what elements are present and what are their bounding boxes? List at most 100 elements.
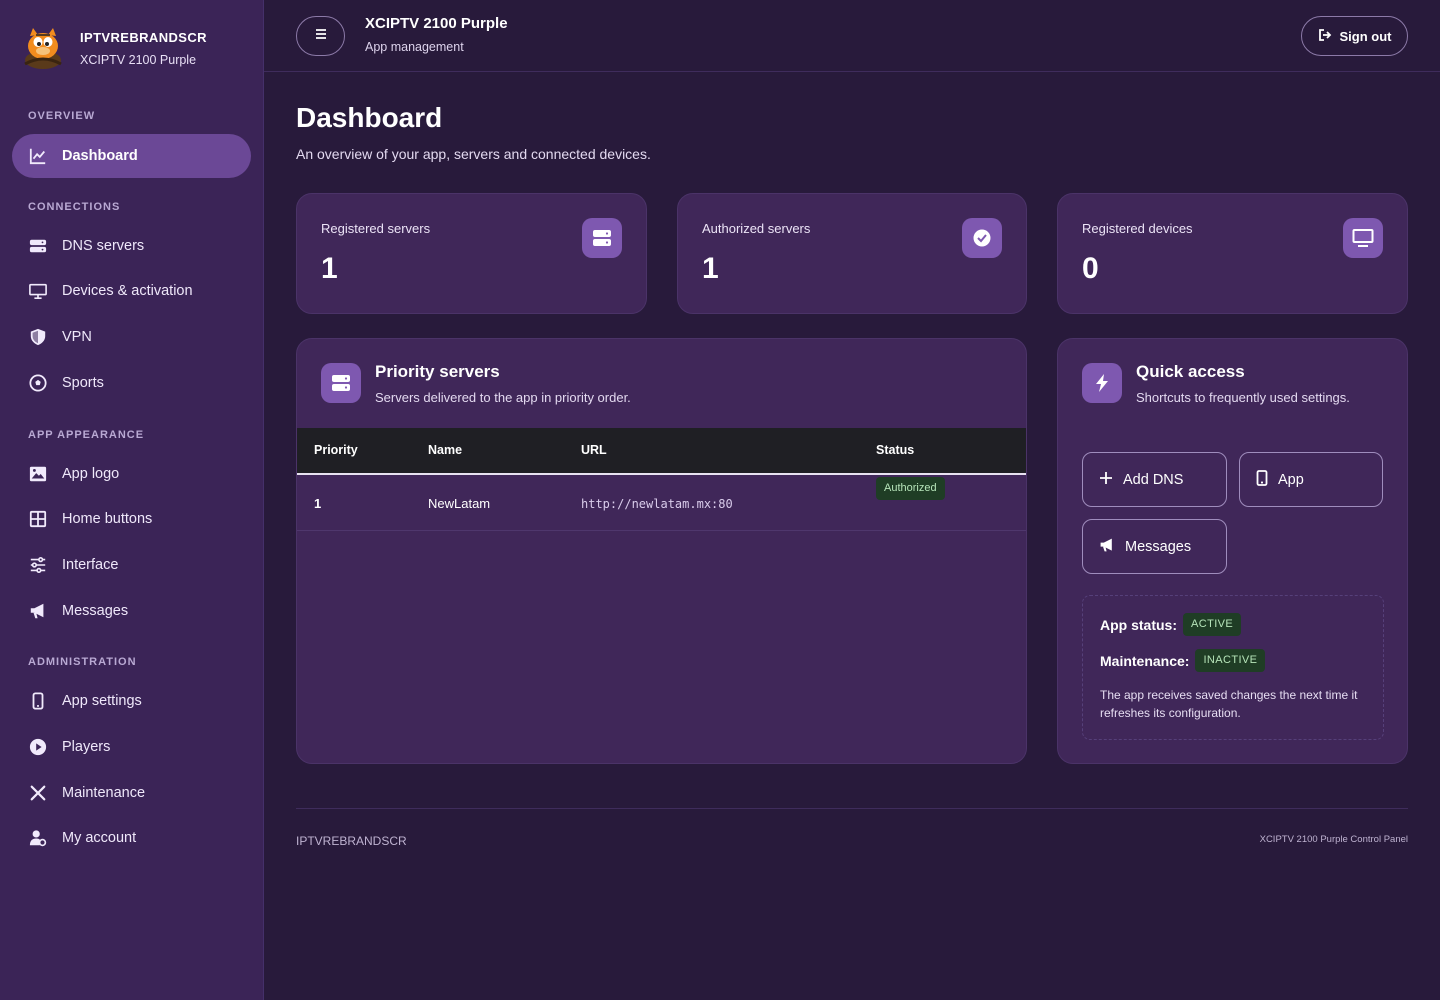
sign-out-icon (1318, 28, 1340, 45)
hamburger-icon (314, 27, 328, 45)
app-status-box: App status: ACTIVE Maintenance: INACTIVE… (1082, 595, 1384, 740)
sidebar-item-label: VPN (62, 329, 92, 345)
page-title: Dashboard (296, 102, 443, 133)
sidebar-item-label: Sports (62, 375, 104, 391)
footer-brand: IPTVREBRANDSCR (296, 834, 407, 848)
add-dns-button[interactable]: Add DNS (1082, 452, 1227, 507)
section-label-administration: ADMINISTRATION (28, 656, 137, 668)
column-header-priority[interactable]: Priority (314, 428, 358, 473)
sidebar-item-label: My account (62, 830, 137, 846)
maintenance-line: Maintenance: INACTIVE (1100, 649, 1266, 672)
stat-label: Registered servers (321, 221, 431, 236)
stat-value: 1 (702, 252, 719, 285)
stat-card-registered-devices: Registered devices 0 (1057, 193, 1408, 314)
messages-button[interactable]: Messages (1082, 519, 1227, 574)
column-header-url[interactable]: URL (581, 428, 607, 473)
sidebar-item-label: App settings (62, 693, 142, 709)
sidebar-item-label: DNS servers (62, 238, 145, 254)
sidebar-item-label: Maintenance (62, 785, 146, 801)
maintenance-badge: INACTIVE (1195, 649, 1266, 672)
monitor-icon (28, 281, 48, 301)
sidebar-item-my-account[interactable]: My account (12, 816, 251, 860)
bolt-icon (1082, 363, 1122, 403)
cell-url: http://newlatam.mx:80 (581, 497, 733, 511)
priority-servers-panel: Priority servers Servers delivered to th… (296, 338, 1027, 764)
maintenance-label: Maintenance: (1100, 652, 1190, 669)
server-icon (321, 363, 361, 403)
section-label-app-appearance: APP APPEARANCE (28, 429, 145, 441)
table-row[interactable]: 1 NewLatam http://newlatam.mx:80 Authori… (297, 477, 1026, 531)
brand[interactable]: IPTVREBRANDSCR XCIPTV 2100 Purple (18, 24, 207, 70)
mobile-icon (28, 691, 48, 711)
sidebar-item-label: Home buttons (62, 511, 153, 527)
server-icon (28, 236, 48, 256)
stat-value: 1 (321, 252, 338, 285)
footer-caption: XCIPTV 2100 Purple Control Panel (1259, 834, 1408, 845)
user-gear-icon (28, 828, 48, 848)
stat-card-registered-servers: Registered servers 1 (296, 193, 647, 314)
sidebar-item-label: Interface (62, 557, 119, 573)
sidebar-item-maintenance[interactable]: Maintenance (12, 771, 251, 815)
sidebar-item-label: App logo (62, 466, 120, 482)
megaphone-icon (28, 601, 48, 621)
monitor-icon (1343, 218, 1383, 258)
panel-title: Priority servers (375, 362, 500, 381)
messages-button-label: Messages (1125, 538, 1192, 555)
sidebar-item-label: Dashboard (62, 148, 138, 164)
table-header: Priority Name URL Status (297, 428, 1026, 475)
image-icon (28, 464, 48, 484)
chart-line-icon (28, 146, 48, 166)
sidebar-item-messages[interactable]: Messages (12, 589, 251, 633)
stat-label: Authorized servers (702, 221, 811, 236)
sidebar-item-sports[interactable]: Sports (12, 361, 251, 405)
panel-title: Quick access (1136, 362, 1245, 381)
server-icon (582, 218, 622, 258)
sign-out-label: Sign out (1339, 28, 1392, 44)
sidebar-item-devices[interactable]: Devices & activation (12, 269, 251, 313)
column-header-name[interactable]: Name (428, 428, 462, 473)
stat-label: Registered devices (1082, 221, 1193, 236)
app-button-label: App (1278, 471, 1304, 488)
column-header-status[interactable]: Status (876, 428, 914, 473)
sidebar-item-app-logo[interactable]: App logo (12, 452, 251, 496)
sidebar-item-dns-servers[interactable]: DNS servers (12, 224, 251, 268)
sidebar-item-players[interactable]: Players (12, 725, 251, 769)
app-button[interactable]: App (1239, 452, 1383, 507)
plus-icon (1099, 471, 1123, 489)
tools-icon (28, 783, 48, 803)
sidebar-item-interface[interactable]: Interface (12, 543, 251, 587)
cell-name: NewLatam (428, 496, 491, 511)
grid-icon (28, 509, 48, 529)
page-subtitle: An overview of your app, servers and con… (296, 146, 651, 162)
sidebar-item-dashboard[interactable]: Dashboard (12, 134, 251, 178)
sidebar: IPTVREBRANDSCR XCIPTV 2100 Purple OVERVI… (0, 0, 264, 1000)
panel-subtitle: Servers delivered to the app in priority… (375, 390, 631, 405)
shield-icon (28, 327, 48, 347)
status-badge: Authorized (876, 477, 945, 500)
status-note: The app receives saved changes the next … (1100, 688, 1358, 720)
megaphone-icon (1099, 537, 1125, 557)
sliders-icon (28, 555, 48, 575)
app-status-badge: ACTIVE (1183, 613, 1242, 636)
app-title: XCIPTV 2100 Purple (365, 15, 508, 32)
sidebar-item-label: Messages (62, 603, 129, 619)
stat-card-authorized-servers: Authorized servers 1 (677, 193, 1027, 314)
brand-subtitle: XCIPTV 2100 Purple (80, 52, 197, 67)
check-circle-icon (962, 218, 1002, 258)
section-label-overview: OVERVIEW (28, 110, 96, 122)
sidebar-item-home-buttons[interactable]: Home buttons (12, 497, 251, 541)
mobile-icon (1256, 469, 1278, 490)
sidebar-item-label: Players (62, 739, 111, 755)
app-status-label: App status: (1100, 616, 1177, 633)
stat-value: 0 (1082, 252, 1099, 285)
section-label-connections: CONNECTIONS (28, 201, 121, 213)
quick-access-panel: Quick access Shortcuts to frequently use… (1057, 338, 1408, 764)
sidebar-item-app-settings[interactable]: App settings (12, 679, 251, 723)
sign-out-button[interactable]: Sign out (1301, 16, 1408, 56)
app-subtitle: App management (365, 40, 464, 54)
topbar: XCIPTV 2100 Purple App management Sign o… (264, 0, 1440, 72)
play-circle-icon (28, 737, 48, 757)
sidebar-item-vpn[interactable]: VPN (12, 315, 251, 359)
footer-divider (296, 808, 1408, 809)
menu-toggle-button[interactable] (296, 16, 345, 56)
